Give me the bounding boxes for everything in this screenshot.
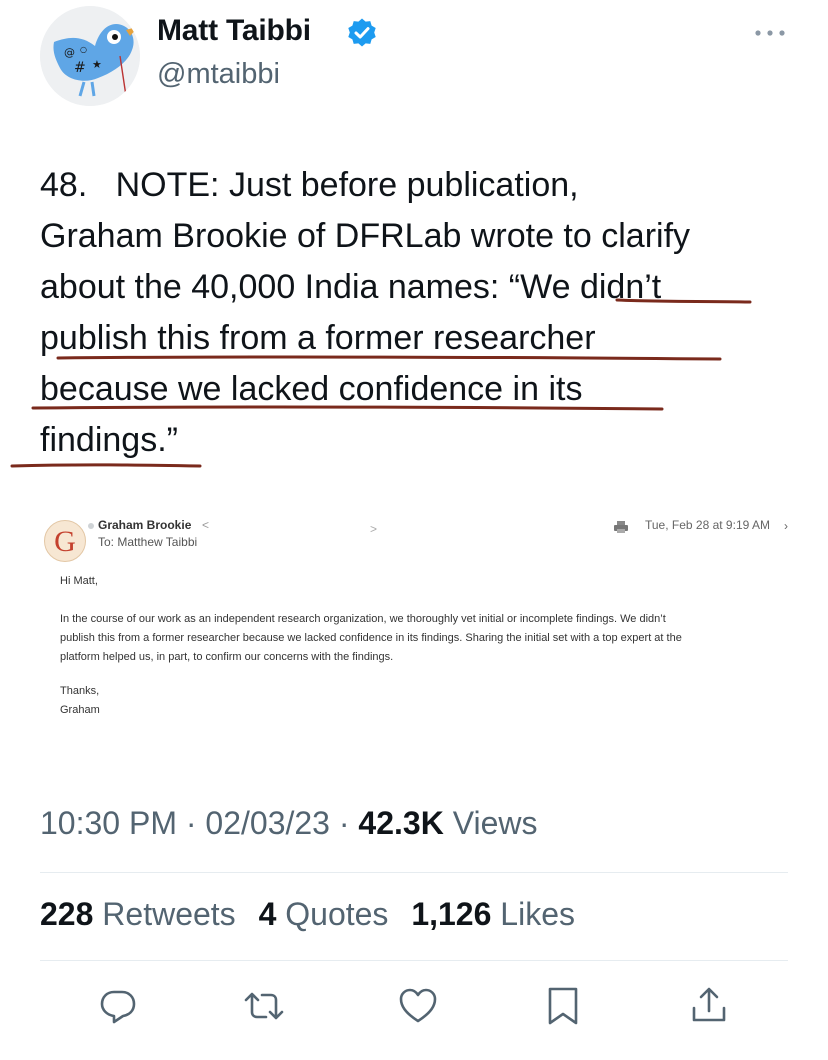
divider (40, 872, 788, 873)
retweet-button[interactable] (242, 984, 286, 1028)
quotes-label: Quotes (285, 896, 389, 932)
display-name[interactable]: Matt Taibbi (157, 14, 311, 48)
tweet-line: 48. NOTE: Just before publication, (40, 166, 579, 204)
quotes-count: 4 (258, 896, 277, 932)
author-handle[interactable]: @mtaibbi (157, 58, 280, 91)
like-icon (399, 988, 437, 1023)
divider (40, 960, 788, 961)
bird-avatar-icon: @ ○ # ★ (40, 6, 140, 106)
date-chevron-icon: › (784, 519, 788, 533)
tweet-stats: 228 Retweets 4 Quotes 1,126 Likes (40, 896, 575, 933)
email-screenshot[interactable]: G Graham Brookie < To: Matthew Taibbi > … (40, 505, 792, 745)
sender-logo: G (44, 520, 86, 562)
tweet-meta: 10:30 PM · 02/03/23 · 42.3K Views (40, 805, 537, 842)
quotes-stat[interactable]: 4 Quotes (259, 896, 389, 932)
tweet-line: findings.” (40, 421, 178, 459)
tweet-time[interactable]: 10:30 PM (40, 805, 177, 841)
svg-text:#: # (74, 60, 86, 76)
likes-label: Likes (500, 896, 575, 932)
tweet-line: because we lacked confidence in its (40, 370, 583, 408)
tweet-date[interactable]: 02/03/23 (205, 805, 330, 841)
email-recipient: To: Matthew Taibbi (98, 535, 198, 549)
likes-stat[interactable]: 1,126 Likes (411, 896, 575, 932)
retweets-count: 228 (40, 896, 94, 932)
meta-separator: · (338, 805, 350, 841)
tweet-line: publish this from a former researcher (40, 319, 596, 357)
status-dot (88, 523, 94, 529)
sender-logo-letter: G (54, 525, 76, 558)
email-body-line: platform helped us, in part, to confirm … (60, 651, 394, 663)
retweet-icon (244, 992, 284, 1020)
retweets-label: Retweets (102, 896, 236, 932)
retweets-stat[interactable]: 228 Retweets (40, 896, 236, 932)
email-sender: Graham Brookie (98, 518, 192, 532)
expand-chevron-icon: > (370, 522, 378, 536)
share-icon (692, 987, 726, 1022)
tweet-text: 48. NOTE: Just before publication, Graha… (40, 160, 800, 466)
share-button[interactable] (687, 984, 731, 1028)
email-signoff: Thanks, (60, 685, 100, 697)
email-date: Tue, Feb 28 at 9:19 AM (645, 518, 770, 532)
svg-text:★: ★ (92, 58, 102, 71)
reply-icon (100, 990, 136, 1024)
views-label: Views (452, 805, 538, 841)
bookmark-icon (548, 987, 578, 1025)
meta-separator: · (185, 805, 197, 841)
print-icon (613, 520, 629, 534)
like-button[interactable] (396, 984, 440, 1028)
verified-badge-icon (346, 17, 378, 49)
email-body-line: In the course of our work as an independ… (60, 613, 666, 625)
bookmark-button[interactable] (541, 984, 585, 1028)
svg-text:○: ○ (80, 45, 87, 54)
email-greeting: Hi Matt, (60, 575, 98, 587)
sender-chevron-icon: < (202, 518, 210, 532)
likes-count: 1,126 (411, 896, 492, 932)
tweet-line: Graham Brookie of DFRLab wrote to clarif… (40, 217, 691, 255)
reply-button[interactable] (96, 984, 140, 1028)
svg-text:@: @ (64, 46, 75, 59)
more-options-icon[interactable] (752, 22, 788, 44)
email-body-line: publish this from a former researcher be… (60, 632, 682, 644)
views-count: 42.3K (358, 805, 444, 841)
email-signature: Graham (60, 704, 100, 716)
avatar[interactable]: @ ○ # ★ (40, 6, 140, 106)
tweet-line: about the 40,000 India names: “We didn’t (40, 268, 662, 306)
